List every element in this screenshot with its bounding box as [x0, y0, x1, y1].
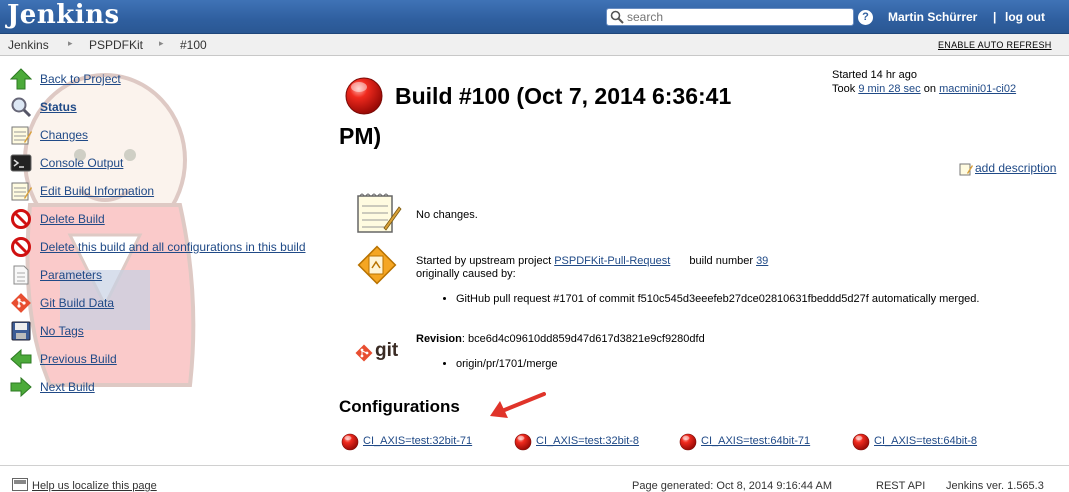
config-link[interactable]: CI_AXIS=test:64bit-8: [874, 435, 977, 447]
config-link[interactable]: CI_AXIS=test:32bit-8: [536, 435, 639, 447]
build-title-line1: Build #100 (Oct 7, 2014 6:36:41: [395, 83, 732, 109]
failed-ball-icon: [852, 433, 870, 451]
document-icon: [13, 265, 29, 285]
add-description-link[interactable]: add description: [959, 161, 1056, 176]
sidebar-item-edit-build-information[interactable]: Edit Build Information: [10, 180, 330, 204]
sidebar-item-git-build-data[interactable]: Git Build Data: [10, 292, 330, 316]
no-entry-icon: [11, 237, 31, 257]
left-arrow-icon: [10, 348, 32, 370]
notepad-icon: [357, 193, 402, 233]
rest-api-link[interactable]: REST API: [876, 480, 925, 492]
build-info: Started 14 hr ago Took 9 min 28 sec on m…: [832, 68, 1016, 96]
notepad-icon: [11, 126, 32, 145]
sidebar-item-label[interactable]: Changes: [40, 128, 88, 142]
terminal-icon: [10, 154, 32, 172]
failed-ball-icon: [341, 433, 359, 451]
git-logo-text: git: [375, 340, 399, 361]
sidebar-item-label[interactable]: Console Output: [40, 156, 123, 170]
node-link[interactable]: macmini01-ci02: [939, 83, 1016, 95]
branch-item: origin/pr/1701/merge: [456, 357, 558, 371]
magnifier-icon: [11, 97, 32, 118]
help-icon[interactable]: ?: [858, 10, 873, 25]
sidebar-item-label[interactable]: Git Build Data: [40, 296, 114, 310]
originally-caused-text: originally caused by:: [416, 268, 516, 280]
revision-line: Revision: bce6d4c09610dd859d47d617d3821e…: [416, 333, 705, 345]
red-arrow-annotation: [490, 392, 546, 418]
sidebar-item-label[interactable]: Back to Project: [40, 72, 121, 86]
breadcrumb-jenkins[interactable]: Jenkins: [8, 38, 49, 52]
sidebar-item-label[interactable]: Delete this build and all configurations…: [40, 240, 306, 254]
localize-link[interactable]: Help us localize this page: [32, 480, 157, 492]
took-on: on: [923, 83, 936, 95]
upstream-build-number-link[interactable]: 39: [756, 255, 768, 267]
jenkins-logo[interactable]: Jenkins: [7, 0, 120, 30]
build-duration-link[interactable]: 9 min 28 sec: [858, 83, 920, 95]
sidebar-item-delete-all-configurations[interactable]: Delete this build and all configurations…: [10, 236, 330, 260]
sidebar-item-parameters[interactable]: Parameters: [10, 264, 330, 288]
breadcrumb: Jenkins ▸ PSPDFKit ▸ #100 ENABLE AUTO RE…: [0, 34, 1069, 56]
took-prefix: Took: [832, 83, 856, 95]
page-generated-text: Page generated: Oct 8, 2014 9:16:44 AM: [632, 480, 832, 492]
revision-label: Revision: [416, 333, 462, 345]
sidebar-item-label[interactable]: Status: [40, 100, 77, 114]
failed-ball-icon: [679, 433, 697, 451]
upstream-project-link[interactable]: PSPDFKit-Pull-Request: [554, 255, 670, 267]
sidebar-item-delete-build[interactable]: Delete Build: [10, 208, 330, 232]
logout-link[interactable]: log out: [1005, 10, 1045, 24]
sidebar-item-no-tags[interactable]: No Tags: [10, 320, 330, 344]
footer: Help us localize this page Page generate…: [0, 465, 1069, 492]
sidebar-item-changes[interactable]: Changes: [10, 124, 330, 148]
sidebar-item-label[interactable]: No Tags: [40, 324, 84, 338]
sidebar-item-next-build[interactable]: Next Build: [10, 376, 330, 400]
right-arrow-icon: [10, 376, 32, 398]
sidebar-item-label[interactable]: Next Build: [40, 380, 95, 394]
build-number-label: build number: [689, 255, 753, 267]
cause-line: Started by upstream project PSPDFKit-Pul…: [416, 255, 1016, 267]
configurations-heading: Configurations: [339, 397, 460, 416]
search-box[interactable]: [606, 8, 854, 26]
enable-auto-refresh-link[interactable]: ENABLE AUTO REFRESH: [938, 40, 1052, 50]
cause-prefix: Started by upstream project: [416, 255, 552, 267]
branch-list: origin/pr/1701/merge: [442, 357, 558, 371]
user-name-link[interactable]: Martin Schürrer: [888, 10, 977, 24]
config-link[interactable]: CI_AXIS=test:32bit-71: [363, 435, 472, 447]
breadcrumb-build[interactable]: #100: [180, 38, 207, 52]
sidebar-item-status[interactable]: Status: [10, 96, 330, 120]
floppy-icon: [11, 321, 31, 341]
header-separator: |: [993, 10, 997, 24]
breadcrumb-pspdfkit[interactable]: PSPDFKit: [89, 38, 143, 52]
cause-pr-item: GitHub pull request #1701 of commit f510…: [456, 292, 1022, 306]
sidebar-item-label[interactable]: Delete Build: [40, 212, 105, 226]
search-input[interactable]: [627, 10, 849, 24]
jenkins-version-text: Jenkins ver. 1.565.3: [946, 480, 1044, 492]
add-description-label[interactable]: add description: [975, 161, 1056, 175]
sidebar-item-previous-build[interactable]: Previous Build: [10, 348, 330, 372]
sidebar-item-label[interactable]: Previous Build: [40, 352, 117, 366]
top-header: Jenkins ? Martin Schürrer | log out: [0, 0, 1069, 34]
sidebar-item-label[interactable]: Parameters: [40, 268, 102, 282]
localize-icon: [12, 478, 28, 491]
failed-status-ball-icon: [345, 77, 383, 115]
notepad-icon: [11, 182, 32, 201]
search-icon: [610, 10, 624, 24]
config-link[interactable]: CI_AXIS=test:64bit-71: [701, 435, 810, 447]
build-title-line2: PM): [339, 123, 382, 149]
sidebar-item-label[interactable]: Edit Build Information: [40, 184, 154, 198]
up-arrow-icon: [10, 68, 32, 90]
sidebar-item-console-output[interactable]: Console Output: [10, 152, 330, 176]
started-text: Started 14 hr ago: [832, 69, 918, 81]
page-title: Build #100 (Oct 7, 2014 6:36:41 PM): [339, 76, 819, 156]
no-changes-text: No changes.: [416, 209, 478, 221]
edit-note-icon: [959, 163, 973, 176]
revision-hash: : bce6d4c09610dd859d47d617d3821e9cf9280d…: [461, 333, 705, 345]
no-entry-icon: [11, 209, 31, 229]
git-icon: [11, 293, 31, 313]
breadcrumb-chevron-icon: ▸: [68, 38, 73, 48]
git-logo-icon: [355, 344, 373, 362]
cause-list: GitHub pull request #1701 of commit f510…: [442, 292, 1022, 306]
sidebar-item-back-to-project[interactable]: Back to Project: [10, 68, 330, 92]
upstream-cause-icon: [357, 245, 397, 285]
failed-ball-icon: [514, 433, 532, 451]
breadcrumb-chevron-icon: ▸: [159, 38, 164, 48]
